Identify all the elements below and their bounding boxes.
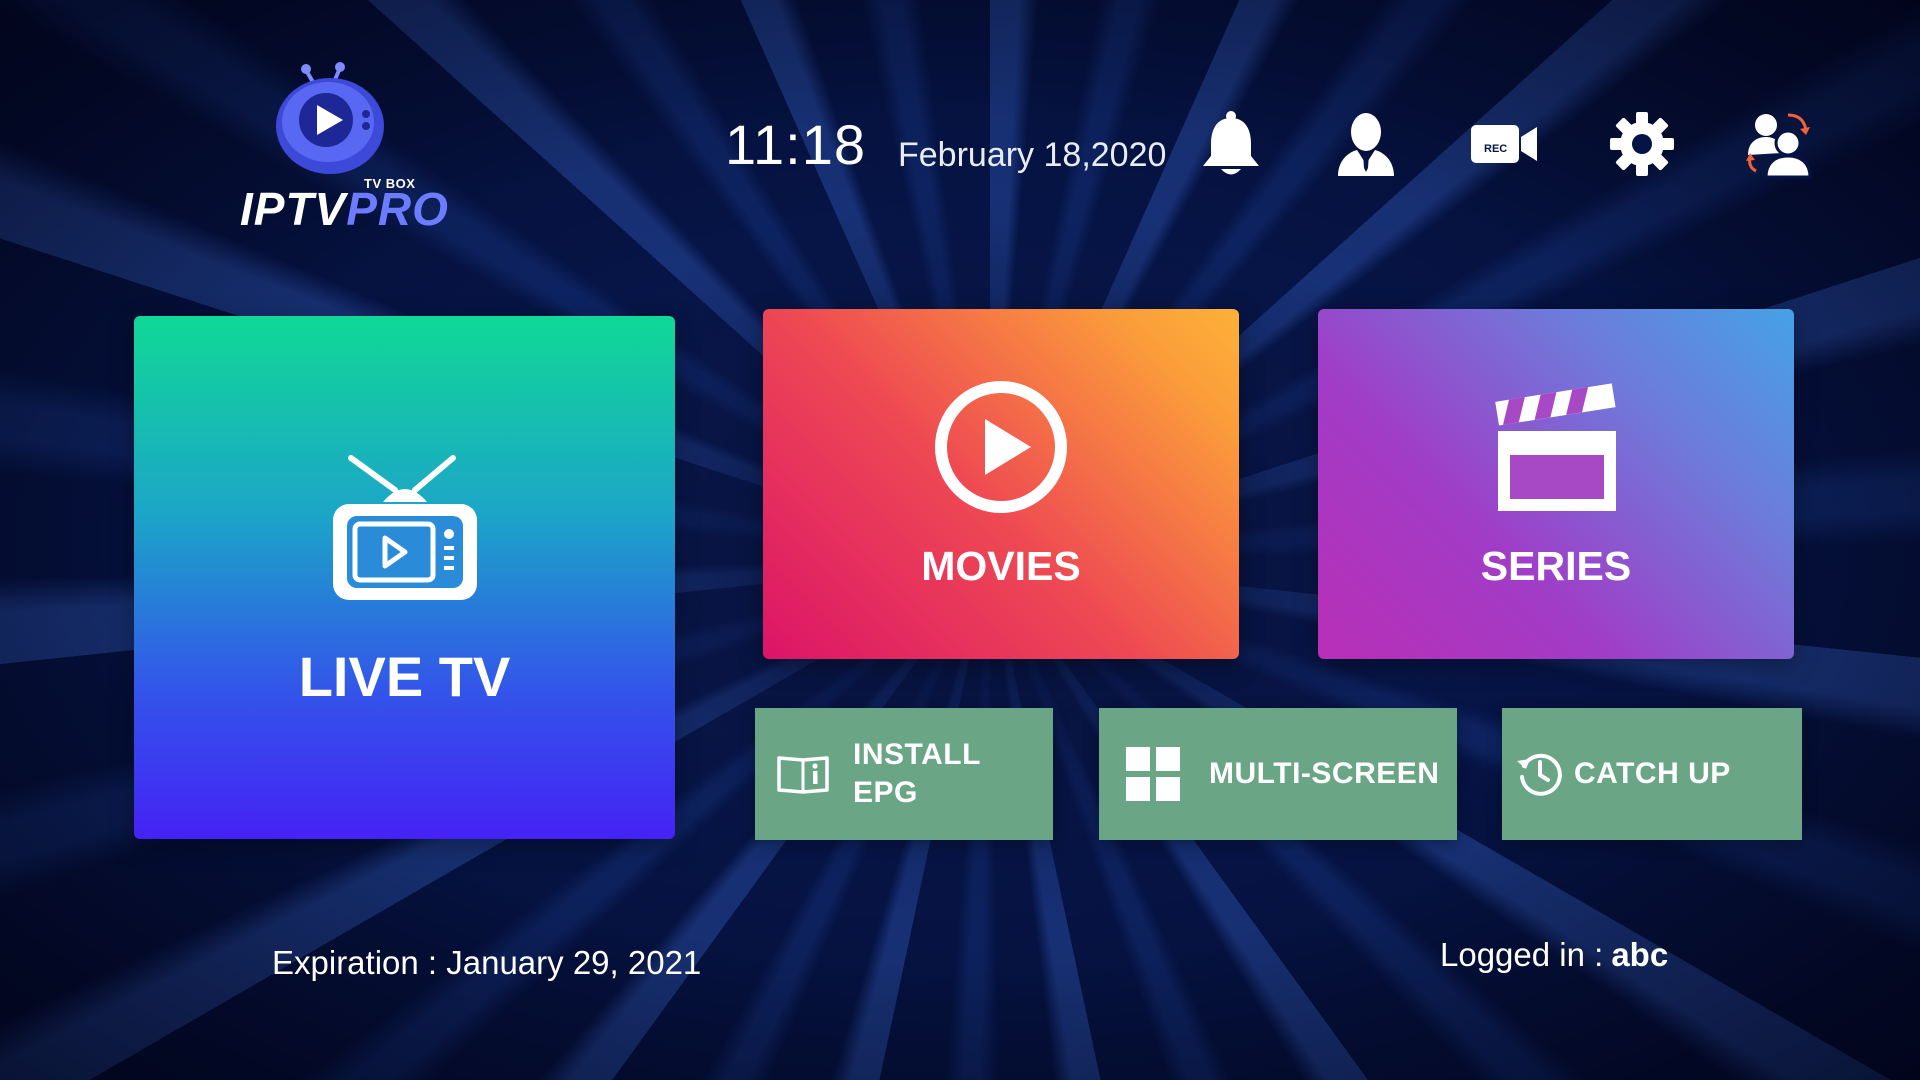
movies-tile[interactable]: MOVIES	[763, 309, 1239, 659]
play-circle-icon	[935, 380, 1067, 513]
settings-button[interactable]	[1606, 108, 1678, 180]
gear-icon	[1610, 112, 1674, 176]
logo-tv-icon	[276, 62, 384, 174]
logged-in-status: Logged in : abc	[1440, 936, 1668, 974]
multi-screen-label: MULTI-SCREEN	[1209, 757, 1440, 790]
record-button[interactable]: REC	[1468, 108, 1540, 180]
app-logo: TV BOX IPTVPRO	[232, 62, 448, 235]
logged-in-username: abc	[1611, 936, 1669, 973]
book-info-icon	[773, 752, 833, 796]
bell-icon	[1203, 111, 1259, 175]
grid-icon	[1125, 747, 1181, 801]
home-screen: TV BOX IPTVPRO 11:18 February 18,2020 RE…	[0, 0, 1920, 1080]
history-clock-icon	[1514, 749, 1566, 799]
switch-user-icon	[1746, 113, 1812, 179]
logo-name-main: IPTV	[240, 183, 347, 235]
catch-up-button[interactable]: CATCH UP	[1502, 708, 1802, 840]
clock-time: 11:18	[725, 113, 866, 176]
account-button[interactable]	[1330, 108, 1402, 180]
install-epg-button[interactable]: INSTALL EPG	[755, 708, 1053, 840]
switch-user-button[interactable]	[1744, 108, 1816, 180]
series-tile[interactable]: SERIES	[1318, 309, 1794, 659]
tv-icon	[332, 455, 477, 600]
logged-in-label: Logged in :	[1440, 936, 1604, 973]
expiration-text: Expiration : January 29, 2021	[272, 944, 702, 981]
catch-up-label: CATCH UP	[1574, 757, 1731, 790]
install-epg-line2: EPG	[853, 776, 918, 809]
logo-name-accent: PRO	[346, 183, 449, 235]
series-label: SERIES	[1480, 542, 1632, 589]
logo-wordmark: IPTVPRO	[240, 182, 449, 236]
current-date: February 18,2020	[898, 136, 1167, 174]
rec-badge: REC	[1484, 143, 1508, 155]
movies-label: MOVIES	[921, 542, 1081, 589]
install-epg-line1: INSTALL	[853, 738, 981, 771]
clapperboard-icon	[1495, 382, 1616, 511]
live-tv-tile[interactable]: LIVE TV	[134, 316, 675, 839]
notifications-button[interactable]	[1195, 108, 1267, 180]
live-tv-label: LIVE TV	[298, 645, 511, 708]
multi-screen-button[interactable]: MULTI-SCREEN	[1099, 708, 1457, 840]
install-epg-label: INSTALL EPG	[853, 736, 981, 812]
user-icon	[1338, 113, 1394, 176]
